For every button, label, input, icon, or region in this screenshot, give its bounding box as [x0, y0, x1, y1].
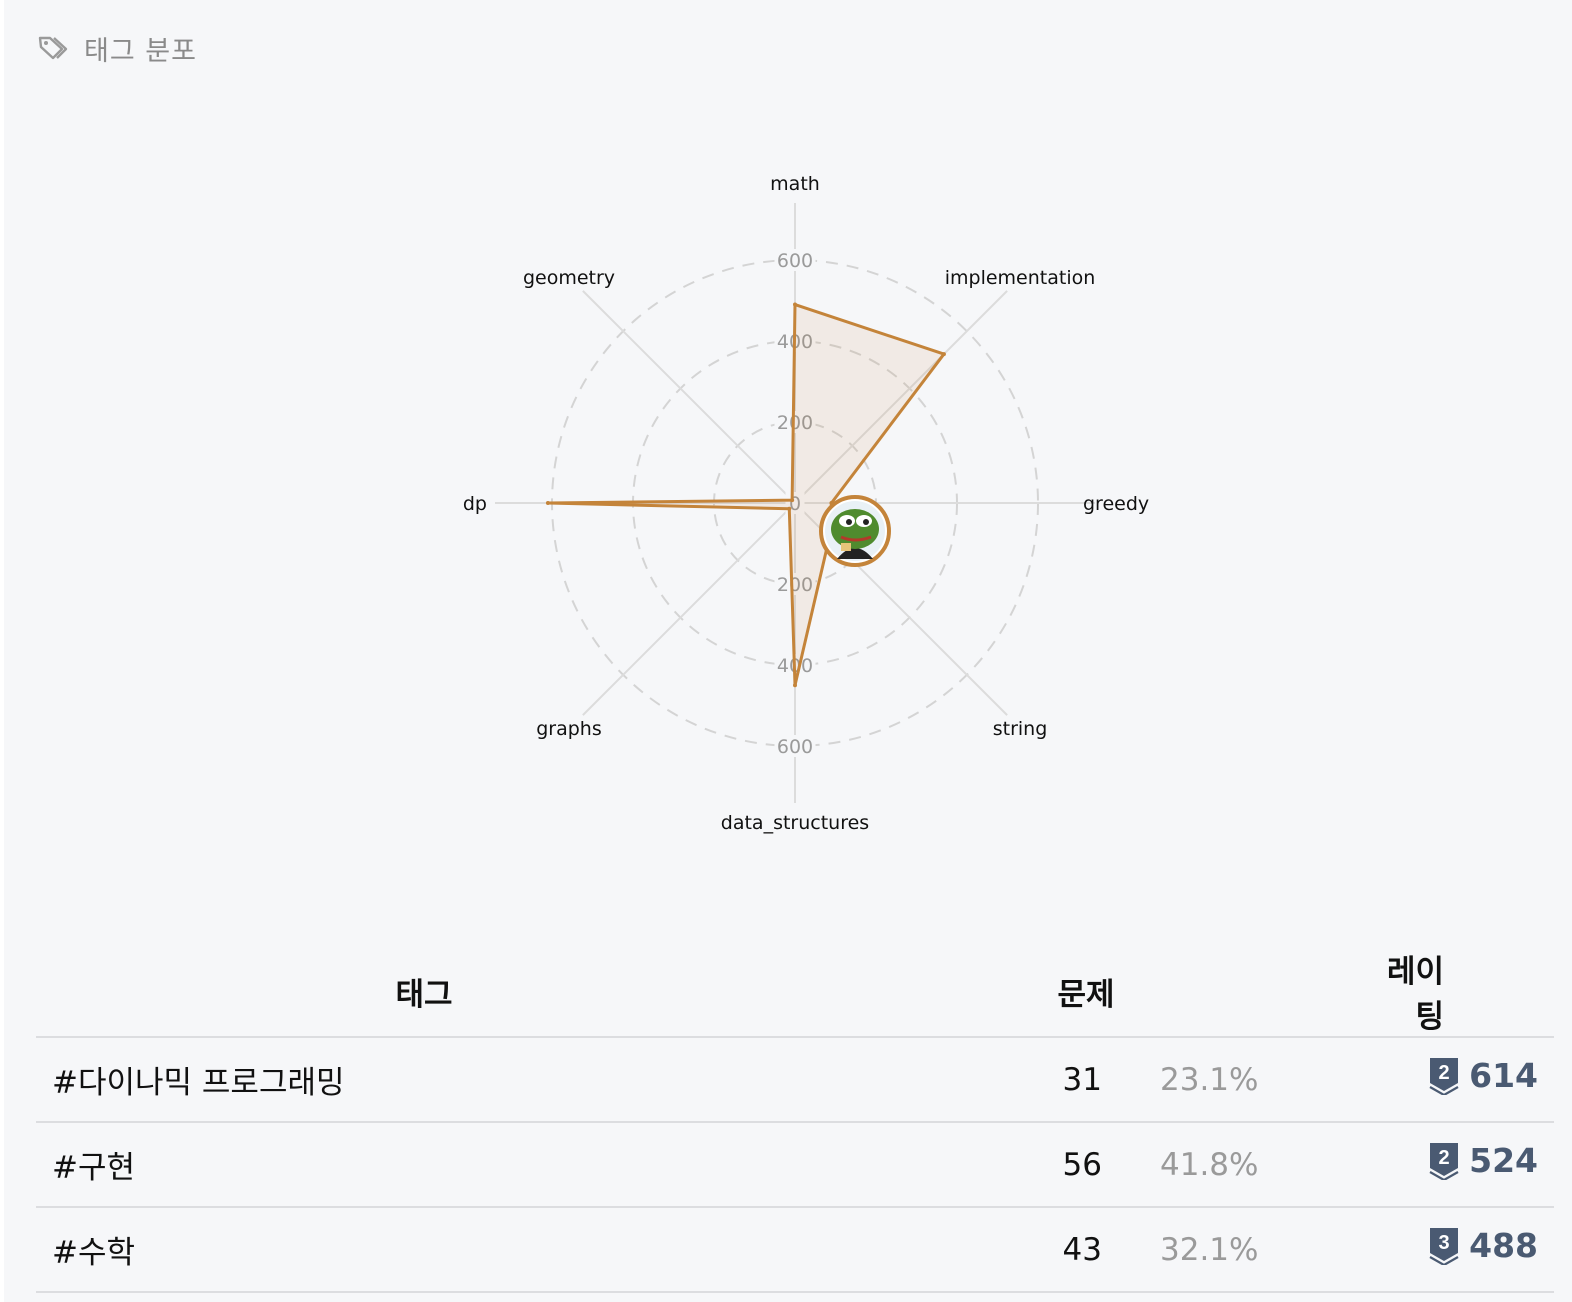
tag-name[interactable]: #수학 — [36, 1207, 812, 1293]
table-row[interactable]: #구현 56 41.8% 2 524 — [36, 1122, 1554, 1208]
tick-label: 600 — [777, 250, 813, 272]
rating-badge: 2 614 — [1429, 1056, 1538, 1095]
problem-percent: 32.1% — [1102, 1207, 1360, 1293]
problem-count: 43 — [812, 1207, 1102, 1293]
tag-name[interactable]: #구현 — [36, 1122, 812, 1208]
header-rating: 레이팅 — [1360, 946, 1554, 1038]
problem-count: 31 — [812, 1037, 1102, 1123]
rating-value: 488 — [1469, 1226, 1538, 1266]
header-problems: 문제 — [812, 946, 1360, 1038]
axis-spoke — [582, 290, 796, 504]
problem-count: 56 — [812, 1122, 1102, 1208]
tier-number: 2 — [1439, 1062, 1450, 1084]
axis-label-dp: dp — [463, 493, 487, 515]
rating-cell: 3 488 — [1360, 1207, 1554, 1293]
axis-label-graphs: graphs — [536, 718, 602, 740]
radar-chart: 0200400600200400600mathimplementationgre… — [463, 173, 1149, 834]
axis-spoke — [582, 502, 796, 716]
data-point-data_structures — [793, 683, 797, 688]
series-polygon — [546, 303, 946, 687]
rating-cell: 2 614 — [1360, 1037, 1554, 1123]
data-point-geometry — [790, 498, 795, 503]
tier-badge-icon: 2 — [1429, 1142, 1459, 1180]
axis-label-string: string — [993, 718, 1048, 740]
tier-badge-icon: 2 — [1429, 1057, 1459, 1095]
rating-badge: 2 524 — [1429, 1141, 1538, 1180]
tag-table: 태그 문제 레이팅 #다이나믹 프로그래밍 31 23.1% 2 614 #구현… — [36, 946, 1554, 1293]
axis-label-math: math — [770, 173, 820, 195]
table-row[interactable]: #다이나믹 프로그래밍 31 23.1% 2 614 — [36, 1037, 1554, 1123]
problem-percent: 23.1% — [1102, 1037, 1360, 1123]
data-point-math — [793, 302, 797, 307]
tier-number: 2 — [1439, 1147, 1450, 1169]
axis-label-geometry: geometry — [523, 267, 615, 289]
axis-label-greedy: greedy — [1083, 493, 1149, 515]
table-header-row: 태그 문제 레이팅 — [36, 946, 1554, 1038]
frog-avatar — [819, 495, 891, 567]
tick-label: 600 — [777, 736, 813, 758]
tier-badge-icon: 3 — [1429, 1227, 1459, 1265]
data-point-dp — [545, 501, 550, 505]
axis-label-implementation: implementation — [945, 267, 1096, 289]
axis-label-data_structures: data_structures — [721, 812, 869, 834]
tier-number: 3 — [1439, 1232, 1450, 1254]
rating-value: 614 — [1469, 1056, 1538, 1096]
rating-badge: 3 488 — [1429, 1226, 1538, 1265]
rating-cell: 2 524 — [1360, 1122, 1554, 1208]
rating-value: 524 — [1469, 1141, 1538, 1181]
data-point-implementation — [941, 352, 946, 357]
header-tag: 태그 — [36, 946, 812, 1038]
table-row[interactable]: #수학 43 32.1% 3 488 — [36, 1207, 1554, 1293]
tag-name[interactable]: #다이나믹 프로그래밍 — [36, 1037, 812, 1123]
problem-percent: 41.8% — [1102, 1122, 1360, 1208]
data-point-graphs — [787, 506, 792, 511]
